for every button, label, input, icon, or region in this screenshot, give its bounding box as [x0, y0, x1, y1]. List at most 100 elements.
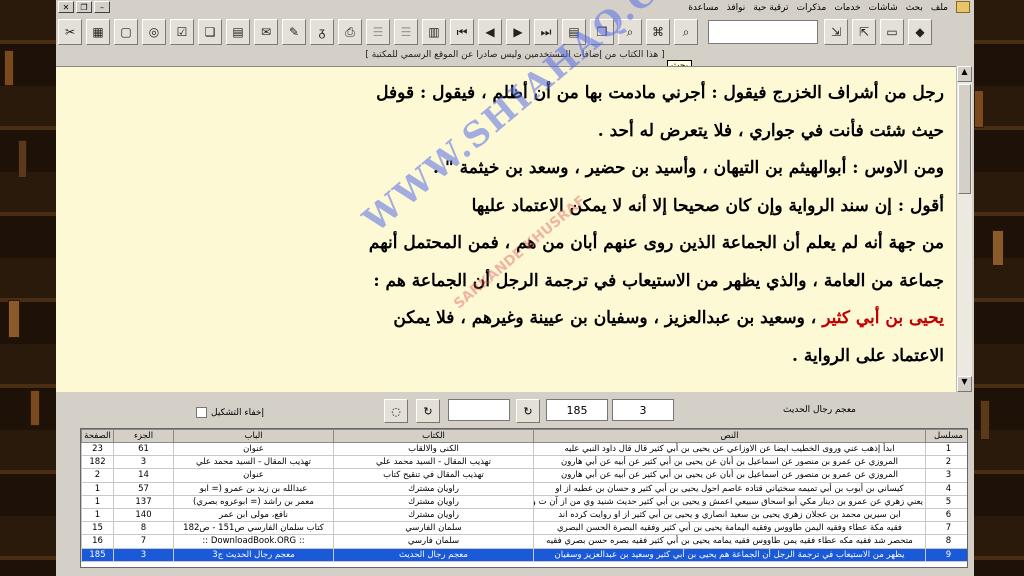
cell-book: راويان مشترك — [333, 507, 534, 523]
scroll-thumb[interactable] — [958, 84, 971, 194]
book-text-pane: رجل من أشراف الخزرج فيقول : أجرني مادمت … — [56, 66, 956, 392]
open-icon[interactable]: ⇲ — [824, 19, 848, 45]
cell-serial: 2 — [925, 455, 967, 470]
cell-serial: 3 — [925, 468, 967, 483]
pencil-icon[interactable]: ✎ — [282, 19, 306, 45]
col-book-header[interactable]: الكتاب — [333, 429, 534, 443]
toolbar: ✂ ▦ ▢ ◎ ☑ ❏ ▤ ✉ ✎ ᵹ ⎙ ☰ ☰ ▥ ⏮ ◀ ▶ ⏭ ▤ ❐ … — [58, 17, 972, 47]
minimize-icon[interactable]: – — [94, 1, 110, 13]
refresh-left-button[interactable]: ↻ — [416, 399, 440, 423]
cell-chapter: معجم رجال الحديث ج3 — [173, 547, 334, 562]
table-row[interactable]: 15 8 كتاب سلمان الفارسي ص151 - ص182 سلمان ا… — [81, 521, 967, 536]
restore-icon[interactable]: ❐ — [76, 1, 92, 13]
grid-icon[interactable]: ▦ — [86, 19, 110, 45]
checkbox-box[interactable] — [196, 407, 207, 418]
text-line: رجل من أشراف الخزرج فيقول : أجرني مادمت … — [376, 83, 944, 103]
col-volume-header[interactable]: الجزء — [113, 429, 174, 443]
text-line-highlighted: يحيى بن أبي كثير ، وسعيد بن عبدالعزيز ، … — [68, 300, 944, 338]
go-back-button[interactable]: ◌ — [384, 399, 408, 423]
table-row[interactable]: 16 7:: DownloadBook.ORG :: سلمان فارسي متحص… — [81, 534, 967, 549]
hide-diacritics-checkbox[interactable]: إخفاء التشكيل — [196, 407, 264, 418]
cell-book: معجم رجال الحديث — [333, 547, 534, 562]
cell-volume: 8 — [113, 521, 174, 536]
menu-notes[interactable]: مذكرات — [797, 3, 827, 13]
export-icon[interactable]: ⇱ — [852, 19, 876, 45]
col-text-header[interactable]: النص — [533, 429, 926, 443]
scroll-up-icon[interactable]: ▲ — [957, 66, 972, 82]
text-scrollbar[interactable]: ▲ ▼ — [956, 66, 972, 392]
format-icon[interactable]: ᵹ — [310, 19, 334, 45]
open-book-icon[interactable]: ▭ — [880, 19, 904, 45]
menu-update[interactable]: ترقية حية — [753, 3, 788, 13]
bookmark-icon[interactable]: ⌘ — [646, 19, 670, 45]
bookshelf-left-background — [0, 0, 60, 576]
cell-chapter: تهذيب المقال - السيد محمد علي — [173, 455, 334, 470]
cell-volume: 57 — [113, 481, 174, 496]
binoculars-icon[interactable]: ◎ — [142, 19, 166, 45]
justify-icon[interactable]: ☰ — [394, 19, 418, 45]
open-folder-icon[interactable]: ❐ — [590, 19, 614, 45]
print-icon[interactable]: ⎙ — [338, 19, 362, 45]
menu-search[interactable]: بحث — [906, 3, 923, 13]
menu-screens[interactable]: شاشات — [869, 3, 898, 13]
col-chapter-header[interactable]: الباب — [173, 429, 334, 443]
books-icon[interactable]: ◆ — [908, 19, 932, 45]
table-row[interactable]: 1 140 نافع، مولى ابن عمر راويان مشترك ابن سي… — [81, 507, 967, 523]
text-line: أقول : إن سند الرواية وإن كان صحيحا إلا … — [471, 195, 944, 216]
volume-number-field[interactable]: 3 — [612, 399, 674, 421]
window-controls: ✕ ❐ – — [58, 1, 110, 13]
table-row[interactable]: 1 137 معمر بن راشد (= ابوعروه بصري) راويان … — [81, 494, 967, 509]
toolbar-search-input[interactable] — [708, 20, 818, 44]
menu-help[interactable]: مساعدة — [688, 3, 718, 13]
cell-volume: 61 — [113, 441, 174, 457]
next-page-icon[interactable]: ▶ — [506, 19, 530, 45]
last-page-icon[interactable]: ⏭ — [534, 19, 558, 45]
cell-page: 1 — [81, 494, 114, 509]
cell-serial: 1 — [925, 441, 967, 457]
check-icon[interactable]: ☑ — [170, 19, 194, 45]
book-icon[interactable]: ▥ — [422, 19, 446, 45]
table-row[interactable]: 182 3 تهذيب المقال - السيد محمد علي تهذيب ا… — [81, 455, 967, 470]
cell-chapter: عنوان — [173, 441, 334, 457]
cell-page: 15 — [81, 521, 114, 536]
find-in-page-icon[interactable]: ⌕ — [674, 19, 698, 45]
tools-icon[interactable]: ✂ — [58, 19, 82, 45]
search-field[interactable] — [448, 399, 510, 421]
cell-book: سلمان فارسي — [333, 534, 534, 549]
table-row[interactable]: 1 57 عبدالله بن زيد بن عمرو (= ابو راويان م… — [81, 481, 967, 496]
new-page-icon[interactable]: ▢ — [114, 19, 138, 45]
notice-text: [ هذا الكتاب من إضافات المستخدمين وليس ص… — [365, 50, 665, 60]
paste-icon[interactable]: ▤ — [226, 19, 250, 45]
cell-text: المروزي عن عمرو بن منصور عن اسماعيل بن أ… — [533, 468, 926, 483]
first-page-icon[interactable]: ⏮ — [450, 19, 474, 45]
search-icon[interactable]: ⌕ — [618, 19, 642, 45]
cell-volume: 140 — [113, 507, 174, 523]
table-row-selected[interactable]: 185 3 معجم رجال الحديث ج3 معجم رجال الحديث ي… — [81, 547, 967, 562]
cell-text: المروزي عن عمرو بن منصور عن اسماعيل بن أ… — [533, 455, 926, 470]
table-row[interactable]: 23 61 عنوان الكنى والالقاب ابدأ إذهب عني ورو… — [81, 441, 967, 457]
navigation-controls: إخفاء التشكيل ◌ ↻ ↻ 185 3 معجم رجال الحد… — [56, 395, 974, 427]
close-icon[interactable]: ✕ — [58, 1, 74, 13]
align-icon[interactable]: ☰ — [366, 19, 390, 45]
col-serial-header[interactable]: مسلسل — [925, 429, 967, 443]
text-line: ومن الاوس : أبوالهيثم بن التيهان ، وأسيد… — [433, 158, 944, 178]
page-number-field[interactable]: 185 — [546, 399, 608, 421]
refresh-right-button[interactable]: ↻ — [516, 399, 540, 423]
scroll-down-icon[interactable]: ▼ — [957, 376, 972, 392]
menu-file[interactable]: ملف — [931, 3, 948, 13]
menu-windows[interactable]: نوافذ — [727, 3, 746, 13]
cell-page: 1 — [81, 507, 114, 523]
cell-serial: 5 — [925, 494, 967, 509]
text-line: الاعتماد على الرواية . — [792, 345, 944, 366]
menu-services[interactable]: خدمات — [834, 3, 860, 13]
note-icon[interactable]: ✉ — [254, 19, 278, 45]
prev-page-icon[interactable]: ◀ — [478, 19, 502, 45]
library-icon[interactable]: ▤ — [562, 19, 586, 45]
results-table: الصفحة الجزء الباب الكتاب النص مسلسل 23 6… — [80, 428, 968, 568]
copy-icon[interactable]: ❏ — [198, 19, 222, 45]
cell-volume: 3 — [113, 547, 174, 562]
col-page-header[interactable]: الصفحة — [81, 429, 114, 443]
cell-serial: 7 — [925, 521, 967, 536]
cell-volume: 14 — [113, 468, 174, 483]
table-row[interactable]: 2 14 عنوان تهذيب المقال في تنقيح كتاب المروز… — [81, 468, 967, 483]
